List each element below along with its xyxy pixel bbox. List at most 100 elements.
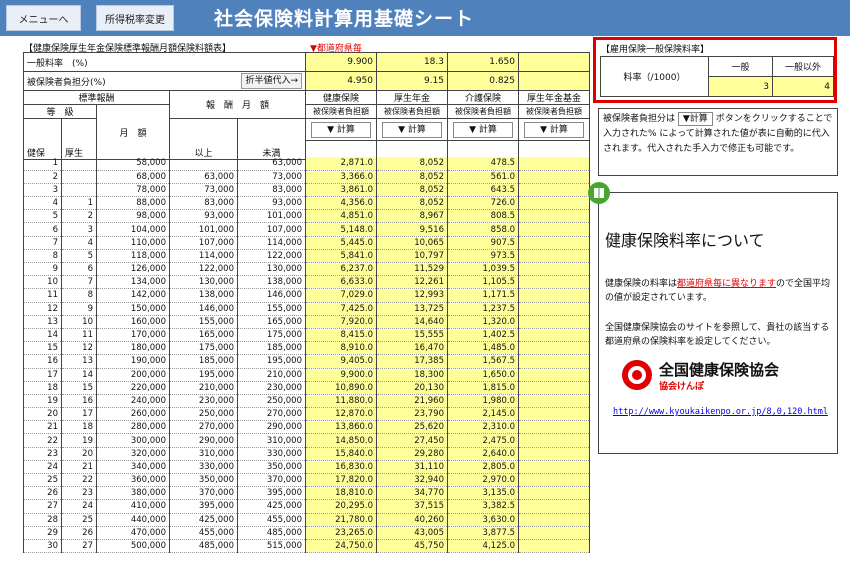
pension-premium-cell[interactable]: 25,620	[376, 420, 448, 435]
care-premium-cell[interactable]: 808.5	[447, 209, 519, 224]
pension-premium-cell[interactable]: 12,261	[376, 275, 448, 290]
pension-premium-cell[interactable]: 45,750	[376, 539, 448, 554]
health-premium-cell[interactable]: 20,295.0	[305, 499, 377, 514]
insured-rate-health[interactable]: 4.950	[305, 71, 377, 91]
health-premium-cell[interactable]: 14,850.0	[305, 433, 377, 448]
health-premium-cell[interactable]: 8,910.0	[305, 341, 377, 356]
care-premium-cell[interactable]: 1,485.0	[447, 341, 519, 356]
pension-premium-cell[interactable]: 8,052	[376, 196, 448, 211]
pension-premium-cell[interactable]: 11,529	[376, 262, 448, 277]
pension-premium-cell[interactable]: 29,280	[376, 447, 448, 461]
general-rate-pension[interactable]: 18.3	[376, 52, 448, 72]
care-premium-cell[interactable]: 2,145.0	[447, 407, 519, 422]
insured-rate-fund[interactable]	[518, 71, 590, 91]
fund-premium-cell[interactable]	[518, 499, 590, 514]
fund-premium-cell[interactable]	[518, 394, 590, 409]
kyokai-link[interactable]: http://www.kyoukaikenpo.or.jp/8,0,120.ht…	[613, 407, 828, 417]
health-premium-cell[interactable]: 18,810.0	[305, 486, 377, 501]
health-premium-cell[interactable]: 9,900.0	[305, 368, 377, 382]
fund-premium-cell[interactable]	[518, 368, 590, 382]
fund-premium-cell[interactable]	[518, 315, 590, 329]
health-premium-cell[interactable]: 5,841.0	[305, 249, 377, 264]
pension-premium-cell[interactable]: 18,300	[376, 368, 448, 382]
care-premium-cell[interactable]: 1,171.5	[447, 288, 519, 303]
fund-premium-cell[interactable]	[518, 381, 590, 395]
pension-premium-cell[interactable]: 21,960	[376, 394, 448, 409]
health-premium-cell[interactable]: 2,871.0	[305, 157, 377, 171]
insured-rate-pension[interactable]: 9.15	[376, 71, 448, 91]
care-premium-cell[interactable]: 1,402.5	[447, 328, 519, 343]
care-premium-cell[interactable]: 478.5	[447, 157, 519, 171]
fund-premium-cell[interactable]	[518, 407, 590, 422]
fund-premium-cell[interactable]	[518, 354, 590, 369]
care-premium-cell[interactable]: 1,105.5	[447, 275, 519, 290]
calc-health-button[interactable]: ▼ 計算	[311, 121, 371, 138]
health-premium-cell[interactable]: 10,890.0	[305, 381, 377, 395]
pension-premium-cell[interactable]: 10,797	[376, 249, 448, 264]
pension-premium-cell[interactable]: 12,993	[376, 288, 448, 303]
care-premium-cell[interactable]: 1,039.5	[447, 262, 519, 277]
half-value-button[interactable]: 折半値代入→	[241, 73, 302, 89]
health-premium-cell[interactable]: 16,830.0	[305, 460, 377, 475]
health-premium-cell[interactable]: 15,840.0	[305, 447, 377, 461]
pension-premium-cell[interactable]: 17,385	[376, 354, 448, 369]
care-premium-cell[interactable]: 2,475.0	[447, 433, 519, 448]
fund-premium-cell[interactable]	[518, 302, 590, 316]
fund-premium-cell[interactable]	[518, 433, 590, 448]
calc-fund-button[interactable]: ▼ 計算	[524, 121, 584, 138]
fund-premium-cell[interactable]	[518, 341, 590, 356]
employment-other-value[interactable]: 4	[772, 76, 834, 97]
care-premium-cell[interactable]: 907.5	[447, 236, 519, 250]
pension-premium-cell[interactable]: 8,052	[376, 183, 448, 198]
fund-premium-cell[interactable]	[518, 288, 590, 303]
care-premium-cell[interactable]: 726.0	[447, 196, 519, 211]
pension-premium-cell[interactable]: 8,052	[376, 170, 448, 184]
calc-care-button[interactable]: ▼ 計算	[453, 121, 513, 138]
care-premium-cell[interactable]: 2,640.0	[447, 447, 519, 461]
health-premium-cell[interactable]: 6,633.0	[305, 275, 377, 290]
menu-button[interactable]: メニューへ	[6, 5, 81, 31]
health-premium-cell[interactable]: 4,851.0	[305, 209, 377, 224]
care-premium-cell[interactable]: 3,135.0	[447, 486, 519, 501]
pension-premium-cell[interactable]: 13,725	[376, 302, 448, 316]
care-premium-cell[interactable]: 561.0	[447, 170, 519, 184]
care-premium-cell[interactable]: 2,970.0	[447, 473, 519, 488]
fund-premium-cell[interactable]	[518, 170, 590, 184]
pension-premium-cell[interactable]: 43,005	[376, 526, 448, 540]
health-premium-cell[interactable]: 4,356.0	[305, 196, 377, 211]
health-premium-cell[interactable]: 17,820.0	[305, 473, 377, 488]
fund-premium-cell[interactable]	[518, 460, 590, 475]
care-premium-cell[interactable]: 3,382.5	[447, 499, 519, 514]
fund-premium-cell[interactable]	[518, 222, 590, 237]
general-rate-fund[interactable]	[518, 52, 590, 72]
fund-premium-cell[interactable]	[518, 420, 590, 435]
pension-premium-cell[interactable]: 23,790	[376, 407, 448, 422]
care-premium-cell[interactable]: 3,630.0	[447, 513, 519, 527]
fund-premium-cell[interactable]	[518, 526, 590, 540]
fund-premium-cell[interactable]	[518, 262, 590, 277]
pension-premium-cell[interactable]: 34,770	[376, 486, 448, 501]
fund-premium-cell[interactable]	[518, 183, 590, 198]
health-premium-cell[interactable]: 13,860.0	[305, 420, 377, 435]
health-premium-cell[interactable]: 9,405.0	[305, 354, 377, 369]
care-premium-cell[interactable]: 1,320.0	[447, 315, 519, 329]
care-premium-cell[interactable]: 1,237.5	[447, 302, 519, 316]
care-premium-cell[interactable]: 1,567.5	[447, 354, 519, 369]
care-premium-cell[interactable]: 2,310.0	[447, 420, 519, 435]
fund-premium-cell[interactable]	[518, 249, 590, 264]
care-premium-cell[interactable]: 1,815.0	[447, 381, 519, 395]
fund-premium-cell[interactable]	[518, 196, 590, 211]
health-premium-cell[interactable]: 7,425.0	[305, 302, 377, 316]
health-premium-cell[interactable]: 5,445.0	[305, 236, 377, 250]
health-premium-cell[interactable]: 7,029.0	[305, 288, 377, 303]
care-premium-cell[interactable]: 3,877.5	[447, 526, 519, 540]
health-premium-cell[interactable]: 23,265.0	[305, 526, 377, 540]
pension-premium-cell[interactable]: 10,065	[376, 236, 448, 250]
health-premium-cell[interactable]: 24,750.0	[305, 539, 377, 554]
pension-premium-cell[interactable]: 40,260	[376, 513, 448, 527]
fund-premium-cell[interactable]	[518, 328, 590, 343]
fund-premium-cell[interactable]	[518, 486, 590, 501]
health-premium-cell[interactable]: 7,920.0	[305, 315, 377, 329]
health-premium-cell[interactable]: 11,880.0	[305, 394, 377, 409]
pension-premium-cell[interactable]: 37,515	[376, 499, 448, 514]
